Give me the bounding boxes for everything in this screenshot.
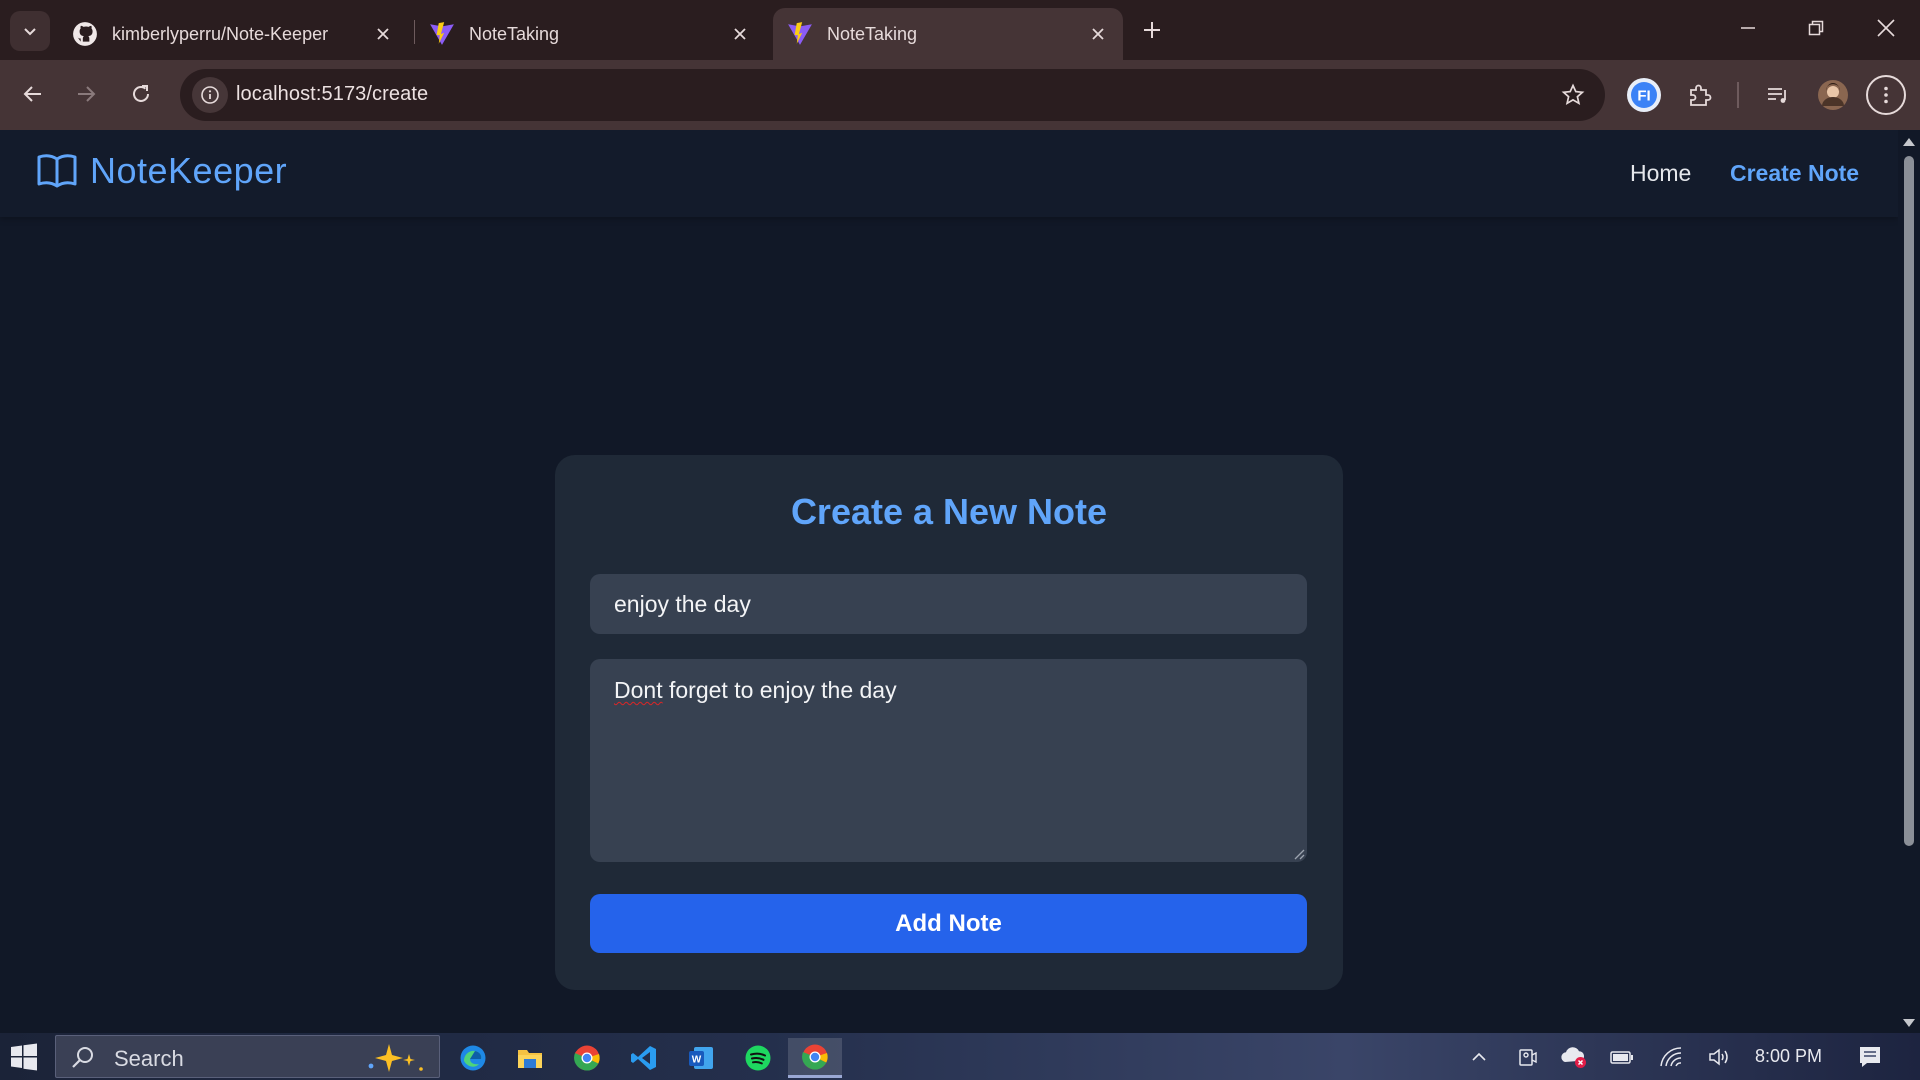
restore-button[interactable]: [1786, 6, 1846, 50]
tab-github[interactable]: kimberlyperru/Note-Keeper: [58, 8, 408, 60]
extension-fi-button[interactable]: FI: [1624, 75, 1664, 115]
resize-handle-icon[interactable]: [1291, 846, 1305, 860]
note-body-rest: forget to enjoy the day: [662, 677, 897, 703]
scroll-up-arrow-icon[interactable]: [1903, 138, 1915, 146]
page-scrollbar[interactable]: [1898, 130, 1920, 1033]
file-explorer-icon: [518, 1050, 542, 1068]
minimize-button[interactable]: [1718, 6, 1778, 50]
app-navbar: NoteKeeper Home Create Note: [0, 130, 1898, 217]
tab-close-icon[interactable]: [1081, 17, 1115, 51]
tab-notetaking[interactable]: NoteTaking: [415, 8, 765, 60]
profile-avatar[interactable]: [1813, 75, 1853, 115]
plus-icon: [1144, 22, 1160, 38]
site-info-icon[interactable]: [192, 77, 228, 113]
tab-title: NoteTaking: [469, 23, 560, 44]
page-viewport: NoteKeeper Home Create Note Create a New…: [0, 130, 1898, 1033]
chrome-icon: [574, 1045, 600, 1071]
forward-button[interactable]: [66, 74, 106, 114]
taskbar-search-box[interactable]: Search: [55, 1035, 440, 1078]
add-note-button[interactable]: Add Note: [590, 894, 1307, 953]
github-icon: [72, 21, 98, 47]
close-icon: [1877, 19, 1895, 37]
tab-close-icon[interactable]: [366, 17, 400, 51]
taskbar-word[interactable]: W: [674, 1038, 728, 1078]
create-note-card: Create a New Note Dont forget to enjoy t…: [555, 455, 1343, 990]
bookmark-star-icon[interactable]: [1559, 81, 1587, 109]
tray-camera[interactable]: [1512, 1043, 1542, 1071]
browser-tab-strip: kimberlyperru/Note-Keeper NoteTaking Not…: [0, 0, 1920, 60]
chevron-up-icon: [1472, 1052, 1486, 1061]
brand-name: NoteKeeper: [90, 150, 288, 191]
brand-logo[interactable]: NoteKeeper: [36, 150, 287, 192]
search-icon: [72, 1047, 93, 1068]
note-title-input[interactable]: [590, 574, 1307, 634]
scroll-down-arrow-icon[interactable]: [1903, 1019, 1915, 1027]
taskbar-chrome[interactable]: [560, 1038, 614, 1078]
vite-icon: [787, 21, 813, 47]
reload-icon: [133, 85, 149, 102]
onedrive-error-icon: [1561, 1047, 1586, 1068]
taskbar-search-placeholder: Search: [114, 1046, 184, 1071]
kebab-menu-icon: [1884, 86, 1888, 104]
close-window-button[interactable]: [1856, 6, 1916, 50]
spotify-icon: [745, 1045, 771, 1071]
edge-icon: [460, 1045, 486, 1071]
wifi-icon: [1660, 1047, 1682, 1067]
address-bar[interactable]: localhost:5173/create: [180, 69, 1605, 121]
taskbar-edge[interactable]: [446, 1038, 500, 1078]
media-controls-icon[interactable]: [1758, 75, 1798, 115]
battery-icon: [1610, 1051, 1633, 1064]
spellcheck-flagged-word: Dont: [614, 677, 663, 703]
taskbar-spotify[interactable]: [731, 1038, 785, 1078]
tab-notetaking-active[interactable]: NoteTaking: [773, 8, 1123, 60]
nav-link-home[interactable]: Home: [1630, 160, 1691, 187]
extensions-puzzle-icon[interactable]: [1680, 75, 1720, 115]
chrome-icon: [802, 1044, 828, 1070]
tray-wifi[interactable]: [1656, 1043, 1686, 1071]
back-button[interactable]: [13, 74, 53, 114]
reload-button[interactable]: [121, 74, 161, 114]
restore-icon: [1808, 20, 1824, 36]
arrow-right-icon: [78, 86, 96, 102]
notification-icon: [1860, 1047, 1880, 1067]
toolbar-divider: [1737, 82, 1739, 108]
note-body-text: Dont forget to enjoy the day: [614, 677, 897, 704]
note-body-textarea[interactable]: Dont forget to enjoy the day: [590, 659, 1307, 862]
show-hidden-icons-button[interactable]: [1464, 1043, 1494, 1071]
nav-link-create-note[interactable]: Create Note: [1730, 160, 1859, 187]
tab-search-button[interactable]: [10, 11, 50, 51]
windows-start-icon[interactable]: [10, 1043, 38, 1071]
scrollbar-thumb[interactable]: [1904, 156, 1914, 846]
taskbar-clock[interactable]: 8:00 PM: [1755, 1046, 1822, 1067]
notification-center-button[interactable]: [1855, 1043, 1885, 1071]
chevron-down-icon: [24, 28, 36, 36]
taskbar-chrome-active[interactable]: [788, 1038, 842, 1078]
tab-title: kimberlyperru/Note-Keeper: [112, 23, 329, 44]
svg-text:W: W: [692, 1055, 702, 1066]
tray-onedrive[interactable]: [1559, 1043, 1589, 1071]
tab-close-icon[interactable]: [723, 17, 757, 51]
vscode-icon: [631, 1046, 656, 1070]
windows-taskbar: Search W 8:00 PM: [0, 1033, 1920, 1080]
arrow-left-icon: [23, 86, 41, 102]
minimize-icon: [1741, 27, 1755, 29]
browser-toolbar: localhost:5173/create FI: [0, 60, 1920, 130]
speaker-icon: [1709, 1048, 1728, 1066]
taskbar-file-explorer[interactable]: [503, 1038, 557, 1078]
url-text: localhost:5173/create: [236, 83, 429, 105]
browser-menu-button[interactable]: [1866, 75, 1906, 115]
open-book-icon: [37, 154, 77, 188]
form-heading: Create a New Note: [790, 491, 1108, 532]
new-tab-button[interactable]: [1134, 12, 1170, 48]
taskbar-vscode[interactable]: [617, 1038, 671, 1078]
vite-icon: [429, 21, 455, 47]
tab-title: NoteTaking: [827, 23, 918, 44]
extension-badge-text: FI: [1637, 88, 1650, 105]
tray-battery[interactable]: [1607, 1043, 1637, 1071]
word-icon: W: [689, 1047, 713, 1069]
tray-volume[interactable]: [1704, 1043, 1734, 1071]
copilot-sparkle-icon: [368, 1044, 423, 1072]
camera-icon: [1519, 1049, 1537, 1066]
